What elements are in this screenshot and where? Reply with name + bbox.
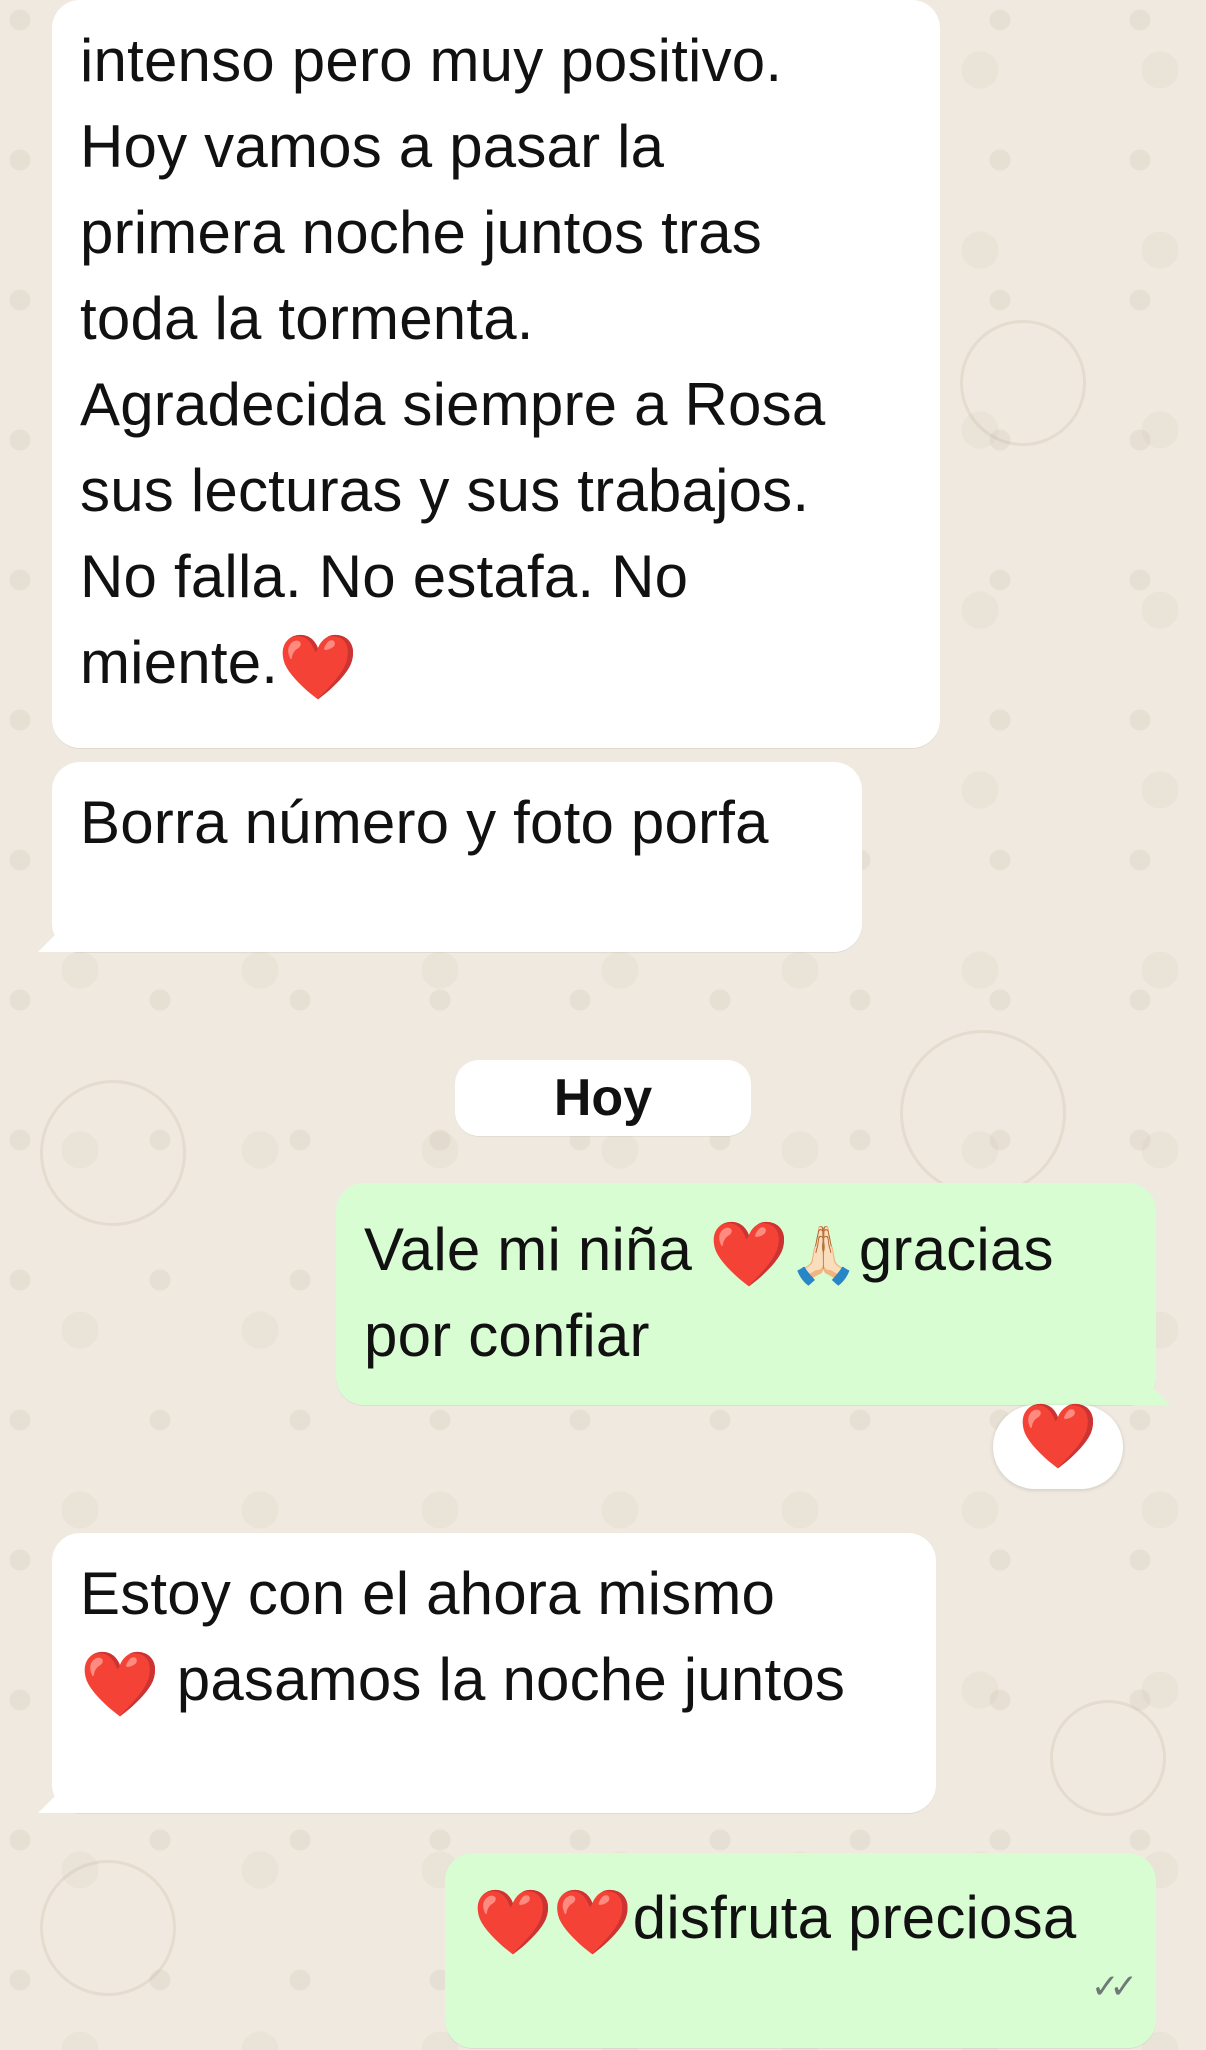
message-text-line: toda la tormenta. xyxy=(80,285,534,352)
message-reaction[interactable]: ❤️ xyxy=(993,1405,1123,1489)
message-bubble-outgoing[interactable]: Vale mi niña ❤️🙏🏻gracias por confiar xyxy=(336,1183,1170,1405)
message-text: disfruta preciosa xyxy=(632,1884,1077,1951)
message-bubble-incoming[interactable]: Estoy con el ahora mismo ❤️ pasamos la n… xyxy=(38,1533,936,1813)
message-text: Borra número y foto porfa xyxy=(80,789,769,856)
heart-emoji-icon: ❤️ xyxy=(552,1886,633,1960)
wallpaper-doodle xyxy=(960,320,1086,446)
praying-hands-emoji-icon: 🙏🏻 xyxy=(788,1223,859,1288)
message-text-line: miente.❤️ xyxy=(80,620,912,706)
message-text-line: Agradecida siempre a Rosa xyxy=(80,371,826,438)
message-text-line: intenso pero muy positivo. xyxy=(80,27,783,94)
message-text-line: sus lecturas y sus trabajos. xyxy=(80,457,810,524)
wallpaper-doodle xyxy=(40,1860,176,1996)
message-text: gracias xyxy=(858,1216,1054,1283)
heart-emoji-icon: ❤️ xyxy=(473,1886,553,1960)
heart-emoji-icon: ❤️ xyxy=(80,1648,160,1722)
message-text-line: ❤️❤️disfruta preciosa xyxy=(473,1875,1128,1961)
message-text: Vale mi niña xyxy=(364,1216,693,1283)
wallpaper-doodle xyxy=(1050,1700,1166,1816)
message-text-line: Vale mi niña ❤️🙏🏻gracias xyxy=(364,1207,1128,1293)
message-text: pasamos la noche juntos xyxy=(159,1646,846,1713)
message-bubble-incoming[interactable]: intenso pero muy positivo. Hoy vamos a p… xyxy=(52,0,940,748)
date-separator: Hoy xyxy=(455,1060,751,1136)
heart-emoji-icon: ❤️ xyxy=(709,1218,789,1292)
message-text-line: ❤️ pasamos la noche juntos xyxy=(80,1637,908,1723)
heart-emoji-icon: ❤️ xyxy=(1018,1400,1098,1474)
message-text-line: Hoy vamos a pasar la xyxy=(80,113,665,180)
message-text-line: por confiar xyxy=(364,1302,650,1369)
message-text-line: No falla. No estafa. No xyxy=(80,543,689,610)
message-text-line: primera noche juntos tras xyxy=(80,199,762,266)
heart-emoji-icon: ❤️ xyxy=(278,631,359,705)
message-text: miente. xyxy=(80,629,279,696)
wallpaper-doodle xyxy=(900,1030,1066,1196)
double-check-icon: ✓✓ xyxy=(1091,1967,1138,2007)
wallpaper-doodle xyxy=(40,1080,186,1226)
message-text-line: Estoy con el ahora mismo xyxy=(80,1560,776,1627)
message-bubble-outgoing[interactable]: ❤️❤️disfruta preciosa ✓✓ xyxy=(445,1853,1156,2048)
message-bubble-incoming[interactable]: Borra número y foto porfa xyxy=(38,762,862,952)
